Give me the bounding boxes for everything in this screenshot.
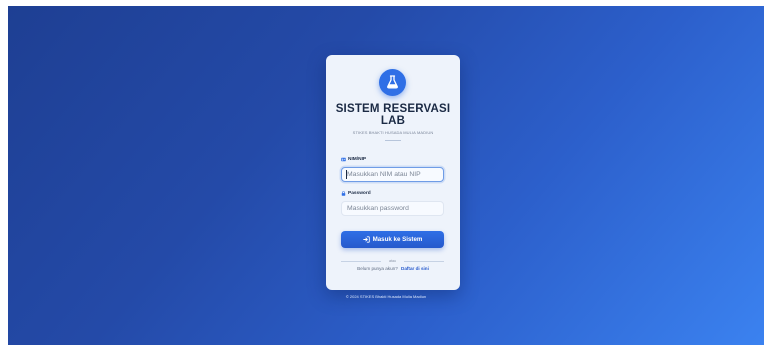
- register-link[interactable]: Daftar di sini: [401, 266, 429, 271]
- screen-bezel-left: [0, 0, 8, 345]
- copyright-footer: © 2024 STIKES Bhakti Husada Mulia Madiun: [345, 294, 427, 299]
- nim-input[interactable]: [341, 167, 444, 182]
- text-cursor: [346, 170, 347, 179]
- or-divider: atau: [341, 258, 444, 264]
- institution-subtitle: STIKES BHAKTI HUSADA MULIA MADIUN: [352, 130, 434, 135]
- logo-badge: [379, 69, 406, 96]
- id-card-icon: [341, 157, 346, 162]
- password-label: Password: [341, 191, 371, 196]
- page-title: SISTEM RESERVASI LAB: [335, 103, 451, 127]
- flask-icon: [387, 75, 398, 89]
- or-divider-line-right: [404, 261, 444, 262]
- page: SISTEM RESERVASI LAB STIKES BHAKTI HUSAD…: [0, 0, 764, 345]
- nim-label: NIM/NIP: [341, 157, 366, 162]
- login-button-label: Masuk ke Sistem: [372, 236, 423, 243]
- login-card: SISTEM RESERVASI LAB STIKES BHAKTI HUSAD…: [326, 55, 460, 290]
- register-prompt-text: Belum punya akun?: [357, 266, 398, 271]
- title-divider: [385, 140, 401, 141]
- register-prompt-row: Belum punya akun? Daftar di sini: [326, 266, 460, 271]
- password-input[interactable]: [341, 201, 444, 216]
- lock-icon: [341, 191, 346, 196]
- password-label-text: Password: [348, 191, 371, 196]
- nim-label-text: NIM/NIP: [348, 157, 367, 162]
- login-button[interactable]: Masuk ke Sistem: [341, 231, 444, 248]
- sign-in-icon: [362, 236, 370, 243]
